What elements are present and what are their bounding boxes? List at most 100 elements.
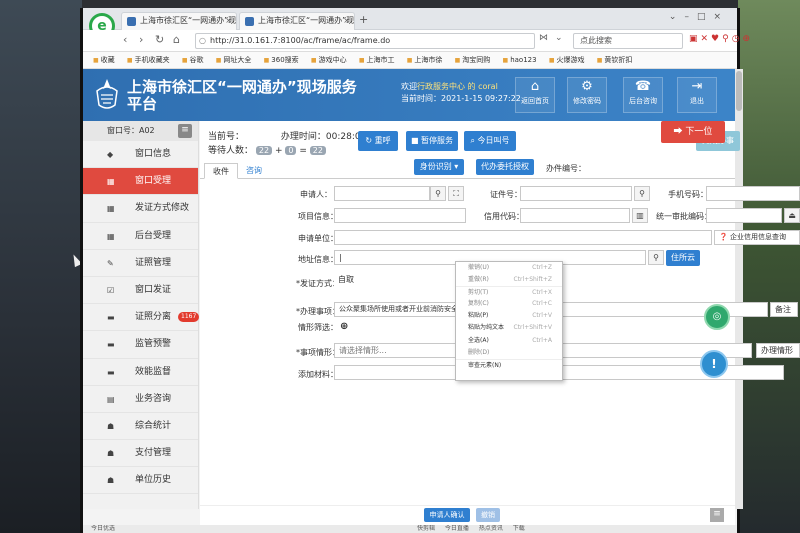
browser-tab-2[interactable]: 上海市徐汇区“一网通办”现场 ×	[239, 12, 355, 30]
applicant-unit-input[interactable]	[334, 230, 712, 245]
sidebar-item[interactable]: ☗ 综合统计	[83, 413, 198, 441]
remark-button[interactable]: 备注	[770, 302, 798, 317]
next-button[interactable]: ⮕ 下一位	[661, 121, 725, 143]
bookmark-item[interactable]: 360搜索	[264, 52, 298, 68]
bookmark-item[interactable]: 手机收藏夹	[127, 52, 170, 68]
search-icon[interactable]: ⚲	[648, 250, 664, 265]
status-item[interactable]: 热点资讯	[479, 525, 503, 532]
menu-toggle-icon[interactable]: ≡	[178, 124, 192, 138]
status-item[interactable]: 快剪辑	[417, 525, 435, 532]
handle-situation-button[interactable]: 办理情形	[756, 343, 800, 358]
cert-number-input[interactable]	[520, 186, 632, 201]
unified-code-input[interactable]	[706, 208, 782, 223]
sidebar-item[interactable]: ▬ 监管预警	[83, 331, 198, 359]
bookmark-item[interactable]: 收藏	[93, 52, 115, 68]
sidebar-item[interactable]: ▤ 业务咨询	[83, 386, 198, 413]
status-item[interactable]: 今日直播	[445, 525, 469, 532]
browser-tab-bar: 上海市徐汇区“一网通办”现场 × 上海市徐汇区“一网通办”现场 × + ⌄–□×	[83, 8, 737, 30]
cancel-button[interactable]: 撤销	[476, 508, 500, 522]
menu-item-label: 删除(D)	[468, 348, 490, 356]
today-calls-button[interactable]: ⌕ 今日叫号	[464, 131, 516, 151]
refresh-icon[interactable]: ↻	[155, 33, 164, 46]
back-icon[interactable]: ‹	[123, 33, 127, 46]
menu-item-label: 复制(C)	[468, 300, 489, 308]
pause-service-button[interactable]: ■ 暂停服务	[406, 131, 458, 151]
context-menu-item[interactable]: 粘贴为纯文本 Ctrl+Shift+V	[456, 322, 562, 334]
bookmark-item[interactable]: 网址大全	[216, 52, 251, 68]
sidebar-item[interactable]: ☗ 单位历史	[83, 467, 198, 495]
search-icon[interactable]: ⚲	[430, 186, 446, 201]
sidebar-item[interactable]: ◆ 窗口信息	[83, 141, 198, 169]
sidebar-item[interactable]: ▦ 后台受理	[83, 223, 198, 250]
assistant-float-icon[interactable]: ◎	[704, 304, 730, 330]
residence-cloud-button[interactable]: 住所云	[666, 250, 700, 266]
stamp-icon[interactable]: ⏏	[784, 208, 800, 223]
bookmark-item[interactable]: 上海市徐	[407, 52, 442, 68]
new-tab-icon[interactable]: +	[359, 13, 368, 26]
status-item[interactable]: 下载	[513, 525, 525, 532]
button-label: 今日叫号	[477, 136, 510, 145]
phone-label: 手机号码：	[668, 190, 708, 199]
menu-item-label: 全选(A)	[468, 336, 489, 344]
sidebar-item[interactable]: ☗ 支付管理	[83, 440, 198, 468]
search-input[interactable]: 点此搜索	[573, 33, 683, 49]
enterprise-query-button[interactable]: ❓ 企业信用信息查询	[714, 230, 800, 245]
chevron-down-icon[interactable]: ⌄	[555, 33, 563, 43]
sidebar-item[interactable]: ▬ 证照分离 1167	[83, 304, 200, 332]
button-label: 下一位	[685, 127, 713, 137]
context-menu: 撤销(U) Ctrl+Z 重做(R) Ctrl+Shift+Z 剪切(T) Ctrl+X 复…	[455, 261, 563, 381]
bookmark-item[interactable]: 淘宝同购	[455, 52, 490, 68]
info-float-icon[interactable]: !	[700, 350, 728, 378]
browser-tab-1[interactable]: 上海市徐汇区“一网通办”现场 ×	[121, 12, 237, 30]
edit-icon: ✎	[107, 258, 114, 268]
bookmark-item[interactable]: 火爆游戏	[549, 52, 584, 68]
scrollbar-thumb[interactable]	[736, 71, 742, 111]
menu-item-label: 粘贴为纯文本	[468, 324, 505, 332]
bookmark-item[interactable]: 谷歌	[182, 52, 203, 68]
status-item[interactable]: 今日优选	[91, 525, 115, 532]
scan-icon[interactable]: ▥	[632, 208, 648, 223]
project-info-input[interactable]	[334, 208, 466, 223]
forward-icon[interactable]: ›	[139, 33, 143, 46]
sidebar-item[interactable]: ☑ 窗口发证	[83, 277, 198, 305]
window-controls[interactable]: ⌄–□×	[669, 12, 729, 22]
applicant-confirm-button[interactable]: 申请人确认	[424, 508, 470, 522]
sidebar-item-label: 支付管理	[135, 448, 172, 459]
search-icon[interactable]: ⚲	[634, 186, 650, 201]
bookmark-item[interactable]: 黄钦折扣	[597, 52, 632, 68]
sidebar-item-label: 发证方式修改	[135, 203, 190, 214]
close-icon[interactable]: ×	[225, 13, 232, 29]
id-recognize-button[interactable]: 身份识别 ▾	[414, 159, 464, 175]
address-bar[interactable]: http://31.0.161.7:8100/ac/frame/ac/frame…	[195, 33, 535, 49]
sidebar-item[interactable]: ▦ 发证方式修改	[83, 195, 198, 223]
delivery-method-select[interactable]: 自取	[334, 273, 454, 288]
context-menu-item[interactable]: 粘贴(P) Ctrl+V	[456, 310, 562, 322]
close-icon[interactable]: ×	[343, 13, 350, 29]
grid-icon: ▦	[107, 231, 115, 241]
context-menu-item[interactable]: 审查元素(N)	[456, 358, 562, 371]
applicant-input[interactable]	[334, 186, 430, 201]
credit-code-input[interactable]	[520, 208, 630, 223]
home-icon[interactable]: ⌂	[173, 33, 180, 46]
bookmark-item[interactable]: hao123	[503, 52, 536, 68]
add-icon[interactable]: ⊕	[340, 321, 348, 332]
logout-button[interactable]: ⇥ 退出	[677, 77, 717, 113]
toolbar-icons[interactable]: ▣✕♥⚲◷⊕	[689, 34, 753, 44]
recall-button[interactable]: ↻ 重呼	[358, 131, 398, 151]
bookmark-item[interactable]: 上海市工	[359, 52, 394, 68]
share-icon[interactable]: ⋈	[539, 33, 548, 43]
backend-consult-button[interactable]: ☎ 后台咨询	[623, 77, 663, 113]
change-password-button[interactable]: ⚙ 修改密码	[567, 77, 607, 113]
proxy-authorization-button[interactable]: 代办委托授权	[476, 159, 534, 175]
tab-consult[interactable]: 咨询	[238, 163, 270, 179]
home-button[interactable]: ⌂ 返回首页	[515, 77, 555, 113]
sidebar-item[interactable]: ▬ 效能监督	[83, 359, 198, 386]
scan-icon[interactable]: ⛶	[448, 186, 464, 201]
sidebar-item[interactable]: ✎ 证照管理	[83, 250, 198, 277]
menu-icon[interactable]: ≡	[710, 508, 724, 522]
context-menu-item[interactable]: 全选(A) Ctrl+A	[456, 335, 562, 347]
tab-receive[interactable]: 收件	[204, 163, 238, 179]
phone-input[interactable]	[706, 186, 800, 201]
sidebar-item[interactable]: ▦ 窗口受理	[83, 168, 198, 196]
bookmark-item[interactable]: 游戏中心	[311, 52, 347, 68]
